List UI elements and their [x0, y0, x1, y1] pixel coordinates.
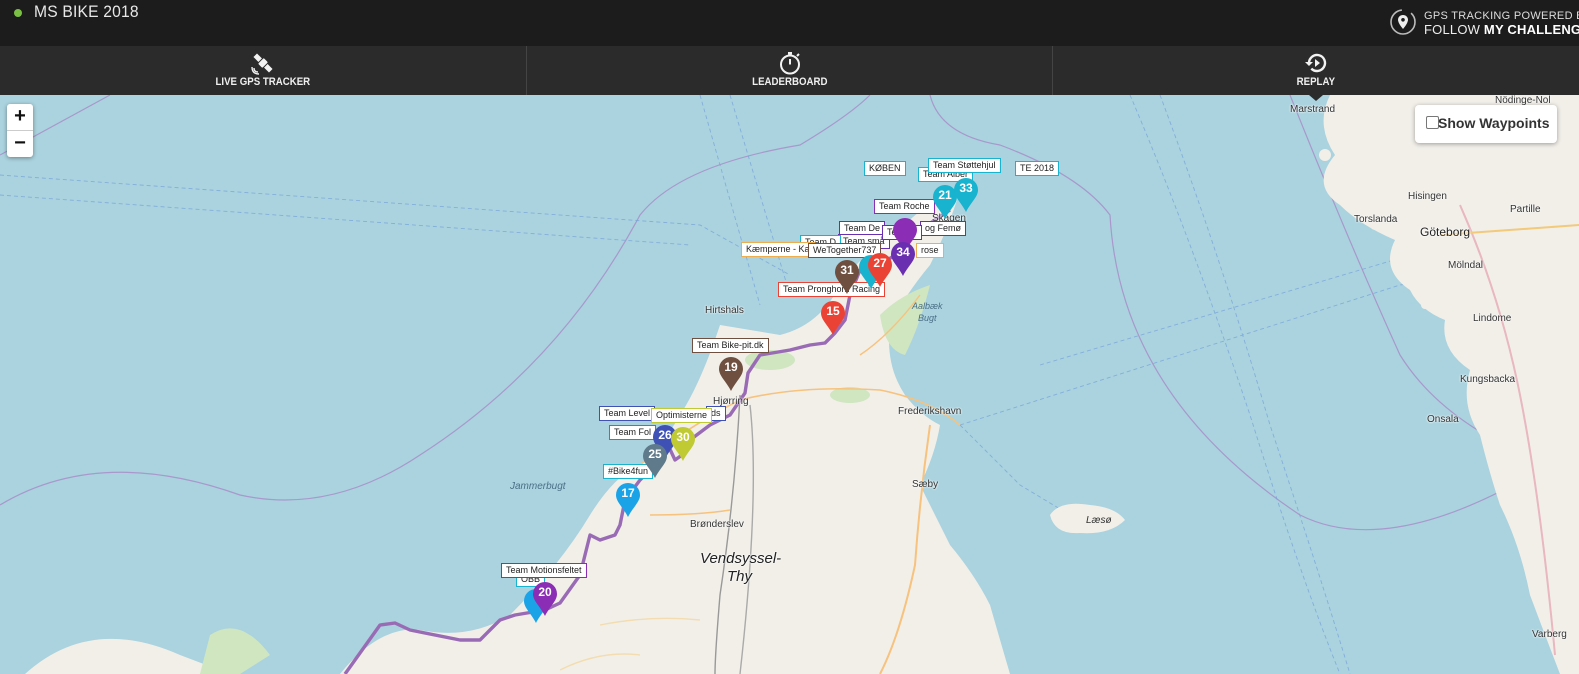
team-marker-34[interactable]: 34: [890, 241, 916, 277]
team-label[interactable]: Team Fol: [609, 425, 657, 440]
place-aalbaek-bugt-2: Bugt: [918, 313, 937, 323]
replay-icon: [1305, 53, 1327, 73]
follow-my-challenge-logo[interactable]: GPS TRACKING POWERED BY FOLLOW MY CHALLE…: [1389, 8, 1579, 38]
place-saeby: Sæby: [912, 479, 939, 490]
team-label[interactable]: Team Level: [599, 406, 656, 421]
place-kungsbacka: Kungsbacka: [1460, 374, 1516, 385]
team-label[interactable]: Team Motionsfeltet: [501, 563, 587, 578]
satellite-icon: [251, 53, 273, 75]
top-bar: MS BIKE 2018 GPS TRACKING POWERED BY FOL…: [0, 0, 1579, 46]
team-label[interactable]: Kæmperne - Ka: [741, 242, 815, 257]
place-vendsyssel-2: Thy: [727, 568, 753, 585]
show-waypoints-label: Show Waypoints: [1438, 115, 1550, 131]
team-marker-19[interactable]: 19: [718, 356, 744, 392]
stopwatch-icon: [779, 52, 800, 75]
active-tab-caret: [1309, 95, 1324, 101]
team-marker-25[interactable]: 25: [642, 443, 668, 479]
place-partille: Partille: [1510, 204, 1541, 215]
team-label[interactable]: Team Bike-pit.dk: [692, 338, 769, 353]
place-laeso: Læsø: [1086, 515, 1112, 526]
tab-live-gps-tracker[interactable]: LIVE GPS TRACKER: [0, 46, 526, 95]
team-label[interactable]: Team Støttehjul: [928, 158, 1001, 173]
zoom-control: + −: [7, 104, 33, 157]
tab-replay[interactable]: REPLAY: [1052, 46, 1579, 101]
team-marker-31[interactable]: 31: [834, 259, 860, 295]
team-marker-30[interactable]: 30: [670, 426, 696, 462]
main-nav: LIVE GPS TRACKER LEADERBOARD REPLAY: [0, 46, 1579, 101]
place-hisingen: Hisingen: [1408, 191, 1447, 202]
place-aalbaek-bugt-1: Aalbæk: [912, 301, 943, 311]
brand-name: FOLLOW MY CHALLENGE: [1424, 22, 1579, 37]
zoom-out-button[interactable]: −: [7, 130, 33, 157]
team-marker-20[interactable]: 20: [532, 581, 558, 617]
team-label[interactable]: Team Roche: [874, 199, 935, 214]
show-waypoints-control[interactable]: Show Waypoints: [1415, 105, 1557, 143]
zoom-in-button[interactable]: +: [7, 104, 33, 130]
brand-tagline: GPS TRACKING POWERED BY: [1424, 10, 1579, 22]
team-label[interactable]: og Femø: [920, 221, 967, 236]
tab-live-label: LIVE GPS TRACKER: [215, 76, 311, 88]
place-molndal: Mölndal: [1448, 260, 1484, 271]
place-vendsyssel-1: Vendsyssel-: [700, 550, 782, 567]
place-marstrand: Marstrand: [1290, 104, 1336, 115]
place-frederikshavn: Frederikshavn: [898, 406, 962, 417]
team-label[interactable]: rose: [916, 243, 944, 258]
map-base: [0, 95, 1579, 674]
team-marker-17[interactable]: 17: [615, 482, 641, 518]
place-varberg: Varberg: [1532, 629, 1567, 640]
tab-leaderboard[interactable]: LEADERBOARD: [525, 46, 1053, 95]
team-marker-33[interactable]: 33: [953, 177, 979, 213]
tab-leaderboard-label: LEADERBOARD: [751, 76, 828, 88]
team-label[interactable]: KØBEN: [864, 161, 906, 176]
place-onsala: Onsala: [1427, 414, 1459, 425]
team-marker-27[interactable]: 27: [867, 252, 893, 288]
team-label[interactable]: Optimisterne: [651, 408, 713, 423]
place-goteborg: Göteborg: [1420, 225, 1471, 239]
place-lindome: Lindome: [1473, 313, 1512, 324]
location-pin-icon: [1390, 9, 1416, 35]
team-label[interactable]: TE 2018: [1015, 161, 1060, 176]
tab-replay-label: REPLAY: [1296, 76, 1336, 88]
place-hirtshals: Hirtshals: [705, 305, 744, 316]
place-bronderslev: Brønderslev: [690, 519, 744, 530]
event-title: MS BIKE 2018: [34, 2, 139, 21]
place-torslanda: Torslanda: [1354, 214, 1398, 225]
map-view[interactable]: Marstrand Nödinge-Nol Hisingen Torslanda…: [0, 95, 1579, 674]
team-marker-15[interactable]: 15: [820, 300, 846, 336]
live-status-dot: [14, 9, 22, 17]
place-jammerbugt: Jammerbugt: [510, 481, 566, 492]
